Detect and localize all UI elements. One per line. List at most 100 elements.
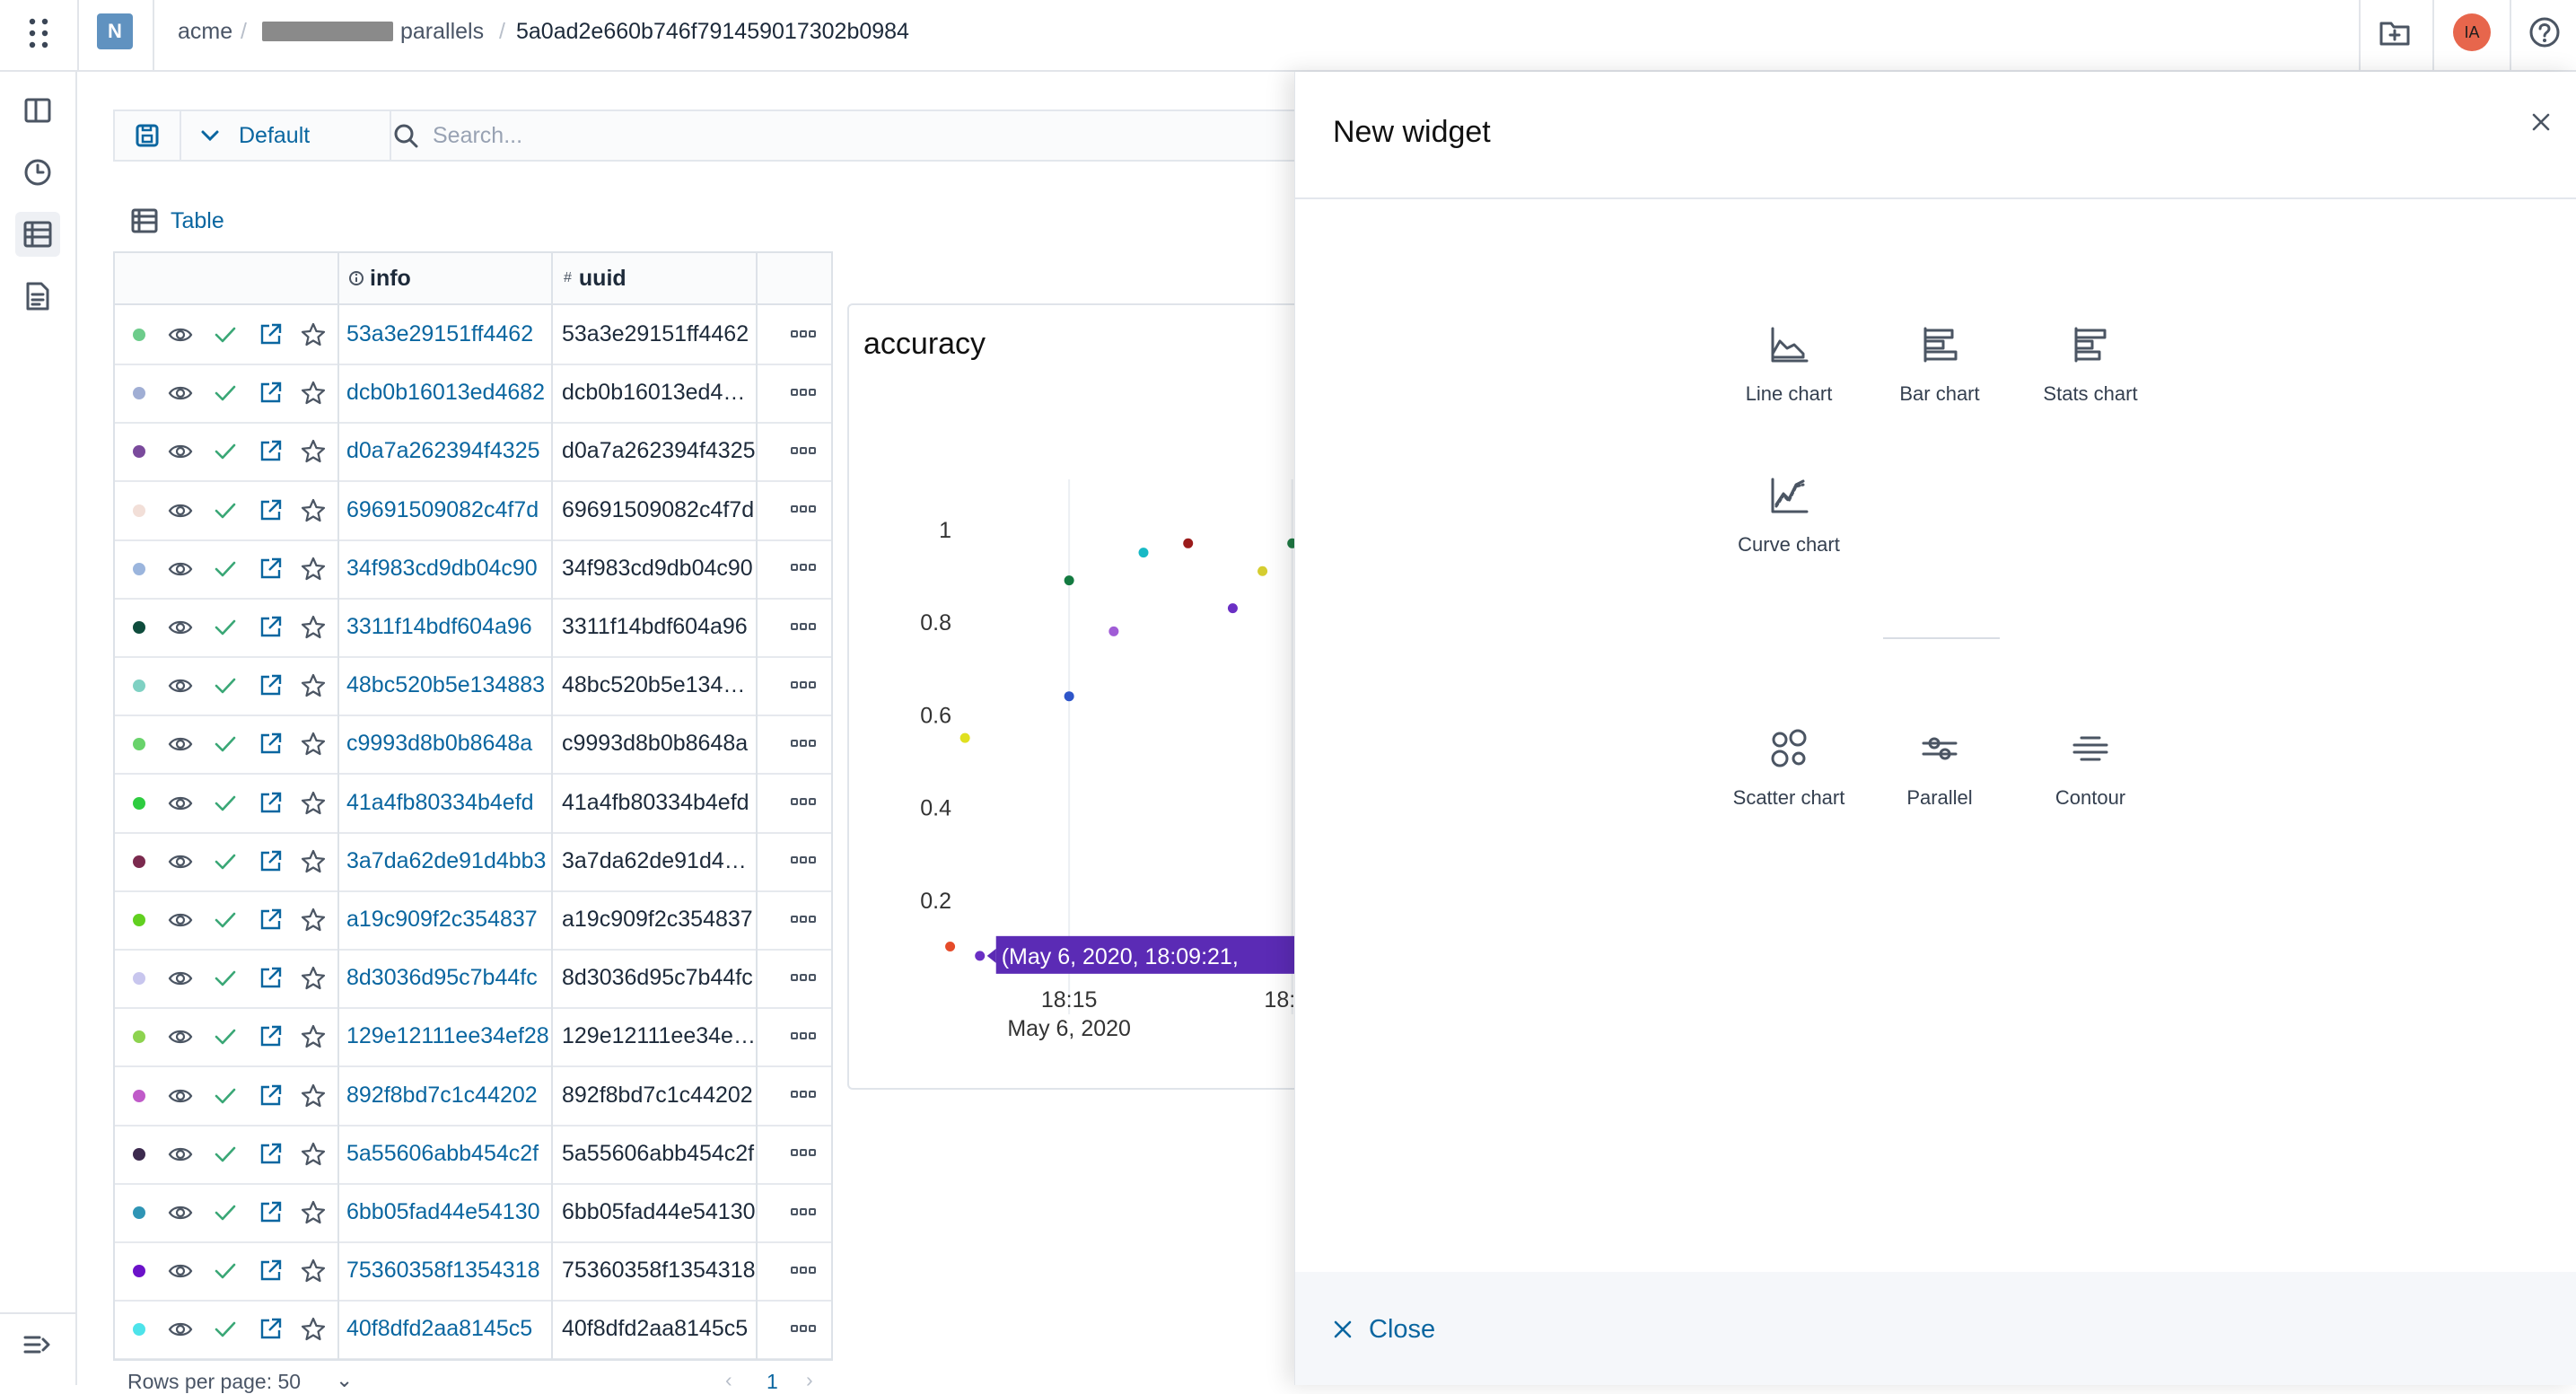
external-link-icon[interactable] (257, 614, 284, 641)
external-link-icon[interactable] (257, 907, 284, 934)
table-row[interactable]: c9993d8b0b8648a c9993d8b0b8648a (115, 715, 831, 776)
widget-line-chart[interactable]: Line chart (1713, 314, 1864, 431)
table-row[interactable]: 41a4fb80334b4efd 41a4fb80334b4efd (115, 774, 831, 834)
eye-icon[interactable] (167, 1258, 194, 1284)
row-actions-button[interactable] (775, 832, 831, 890)
check-icon[interactable] (212, 965, 239, 992)
run-link[interactable]: 8d3036d95c7b44fc (346, 949, 553, 1007)
check-icon[interactable] (212, 1258, 239, 1284)
help-icon[interactable] (2528, 15, 2562, 49)
external-link-icon[interactable] (257, 497, 284, 524)
external-link-icon[interactable] (257, 438, 284, 465)
widget-curve-chart[interactable]: Curve chart (1713, 465, 1864, 582)
view-selector[interactable]: Default (181, 111, 391, 160)
row-actions-button[interactable] (775, 305, 831, 364)
table-row[interactable]: 69691509082c4f7d 69691509082c4f7d (115, 481, 831, 541)
save-view-button[interactable] (115, 111, 181, 160)
external-link-icon[interactable] (257, 731, 284, 758)
check-icon[interactable] (212, 1316, 239, 1343)
check-icon[interactable] (212, 438, 239, 465)
check-icon[interactable] (212, 731, 239, 758)
widget-parallel[interactable]: Parallel (1864, 718, 2015, 835)
user-avatar[interactable]: IA (2453, 13, 2491, 51)
table-row[interactable]: 892f8bd7c1c44202 892f8bd7c1c44202 (115, 1066, 831, 1127)
table-row[interactable]: 40f8dfd2aa8145c5 40f8dfd2aa8145c5 (115, 1300, 831, 1359)
expand-nav-icon[interactable] (23, 1332, 52, 1357)
star-icon[interactable] (300, 614, 327, 641)
external-link-icon[interactable] (257, 672, 284, 699)
external-link-icon[interactable] (257, 321, 284, 348)
run-link[interactable]: 41a4fb80334b4efd (346, 774, 553, 832)
check-icon[interactable] (212, 321, 239, 348)
row-actions-button[interactable] (775, 422, 831, 480)
check-icon[interactable] (212, 1141, 239, 1168)
close-button[interactable]: Close (1333, 1310, 1435, 1349)
external-link-icon[interactable] (257, 790, 284, 817)
run-link[interactable]: 5a55606abb454c2f (346, 1125, 553, 1183)
run-link[interactable]: 6bb05fad44e54130 (346, 1183, 553, 1241)
run-link[interactable]: 53a3e29151ff4462 (346, 305, 553, 364)
eye-icon[interactable] (167, 1141, 194, 1168)
check-icon[interactable] (212, 556, 239, 583)
external-link-icon[interactable] (257, 1199, 284, 1226)
table-row[interactable]: 6bb05fad44e54130 6bb05fad44e54130 (115, 1183, 831, 1243)
table-row[interactable]: 34f983cd9db04c90 34f983cd9db04c90 (115, 539, 831, 600)
eye-icon[interactable] (167, 672, 194, 699)
run-link[interactable]: 34f983cd9db04c90 (346, 539, 553, 598)
check-icon[interactable] (212, 1023, 239, 1050)
row-actions-button[interactable] (775, 481, 831, 539)
row-actions-button[interactable] (775, 656, 831, 715)
eye-icon[interactable] (167, 1316, 194, 1343)
table-row[interactable]: 3311f14bdf604a96 3311f14bdf604a96 (115, 598, 831, 658)
eye-icon[interactable] (167, 848, 194, 875)
check-icon[interactable] (212, 380, 239, 407)
row-actions-button[interactable] (775, 1183, 831, 1241)
row-actions-button[interactable] (775, 539, 831, 598)
row-actions-button[interactable] (775, 1241, 831, 1300)
star-icon[interactable] (300, 907, 327, 934)
prev-page-icon[interactable]: ‹ (725, 1368, 732, 1392)
eye-icon[interactable] (167, 380, 194, 407)
check-icon[interactable] (212, 907, 239, 934)
row-actions-button[interactable] (775, 1007, 831, 1065)
external-link-icon[interactable] (257, 380, 284, 407)
row-actions-button[interactable] (775, 949, 831, 1007)
eye-icon[interactable] (167, 790, 194, 817)
table-row[interactable]: 3a7da62de91d4bb3 3a7da62de91d4bb3 (115, 832, 831, 892)
table-row[interactable]: 53a3e29151ff4462 53a3e29151ff4462 (115, 305, 831, 365)
row-actions-button[interactable] (775, 1066, 831, 1125)
row-actions-button[interactable] (775, 715, 831, 773)
run-link[interactable]: 892f8bd7c1c44202 (346, 1066, 553, 1125)
nav-history[interactable] (15, 150, 60, 195)
eye-icon[interactable] (167, 907, 194, 934)
close-icon[interactable] (2523, 104, 2559, 140)
run-link[interactable]: 75360358f1354318 (346, 1241, 553, 1300)
eye-icon[interactable] (167, 614, 194, 641)
star-icon[interactable] (300, 731, 327, 758)
nav-table[interactable] (15, 212, 60, 257)
next-page-icon[interactable]: › (806, 1368, 813, 1392)
run-link[interactable]: c9993d8b0b8648a (346, 715, 553, 773)
widget-bar-chart[interactable]: Bar chart (1864, 314, 2015, 431)
eye-icon[interactable] (167, 556, 194, 583)
widget-scatter-chart[interactable]: Scatter chart (1713, 718, 1864, 835)
row-actions-button[interactable] (775, 1125, 831, 1183)
star-icon[interactable] (300, 965, 327, 992)
star-icon[interactable] (300, 438, 327, 465)
apps-menu-icon[interactable] (23, 17, 54, 49)
eye-icon[interactable] (167, 497, 194, 524)
table-row[interactable]: d0a7a262394f4325 d0a7a262394f4325 (115, 422, 831, 483)
external-link-icon[interactable] (257, 1083, 284, 1109)
run-link[interactable]: 3311f14bdf604a96 (346, 598, 553, 656)
space-avatar[interactable]: N (97, 13, 133, 49)
star-icon[interactable] (300, 1141, 327, 1168)
star-icon[interactable] (300, 1258, 327, 1284)
run-link[interactable]: 129e12111ee34ef28 (346, 1007, 553, 1065)
table-tab[interactable]: Table (131, 205, 224, 237)
nav-reports[interactable] (15, 274, 60, 319)
external-link-icon[interactable] (257, 848, 284, 875)
row-actions-button[interactable] (775, 598, 831, 656)
eye-icon[interactable] (167, 438, 194, 465)
check-icon[interactable] (212, 497, 239, 524)
run-link[interactable]: d0a7a262394f4325 (346, 422, 553, 480)
